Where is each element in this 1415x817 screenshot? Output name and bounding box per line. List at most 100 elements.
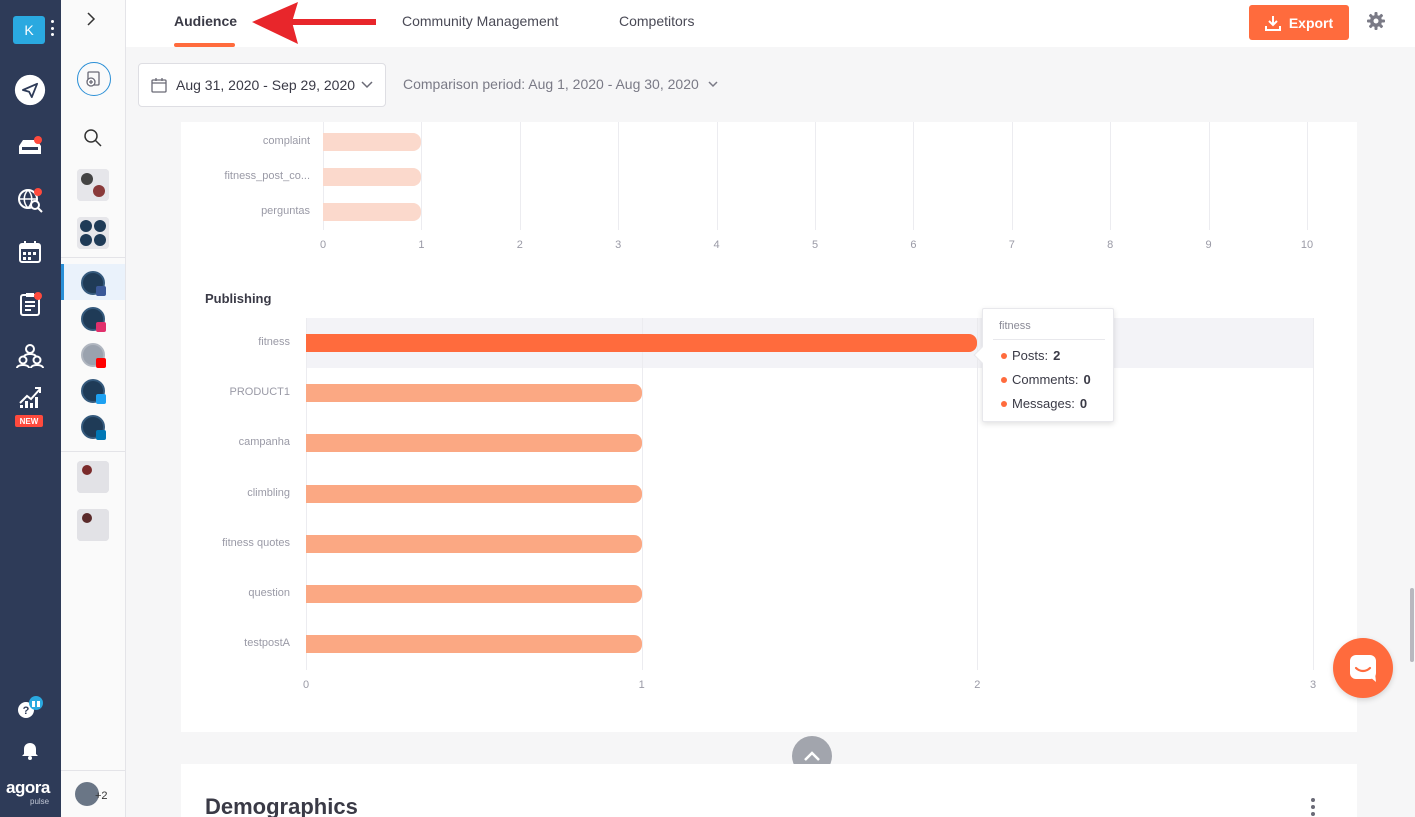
calendar-icon xyxy=(151,78,167,93)
profile-facebook[interactable] xyxy=(81,271,106,296)
profile-instagram[interactable] xyxy=(81,307,106,332)
category-label: perguntas xyxy=(261,205,310,217)
bar xyxy=(323,203,422,221)
category-label: complaint xyxy=(262,135,310,147)
gridline xyxy=(913,122,915,230)
comparison-period-label: Comparison period: Aug 1, 2020 - Aug 30,… xyxy=(403,76,699,92)
demographics-card: Demographics xyxy=(181,764,1357,817)
category-label: fitness xyxy=(258,336,290,348)
gridline xyxy=(421,122,423,230)
category-label: testpostA xyxy=(244,637,290,650)
chevron-up-icon xyxy=(804,751,820,761)
workspace-badge[interactable]: K xyxy=(13,16,45,44)
extra-users-count[interactable]: +2 xyxy=(95,790,108,802)
gridline xyxy=(1313,318,1314,670)
more-options-icon[interactable] xyxy=(1311,798,1315,816)
gridline xyxy=(641,318,643,670)
profile-column: +2 xyxy=(61,0,126,817)
help-icon[interactable]: ? xyxy=(14,694,46,726)
publishing-section-title: Publishing xyxy=(205,291,272,306)
divider xyxy=(61,451,125,452)
x-tick-label: 6 xyxy=(910,239,917,251)
publish-icon[interactable] xyxy=(14,74,46,106)
profile-group-thumb[interactable] xyxy=(77,217,109,249)
svg-text:?: ? xyxy=(23,705,30,717)
tooltip-title: fitness xyxy=(999,320,1031,332)
bar xyxy=(306,534,642,553)
x-tick-label: 7 xyxy=(1008,239,1015,251)
gridline xyxy=(519,122,521,230)
export-button[interactable]: Export xyxy=(1249,5,1349,40)
x-tick-label: 2 xyxy=(974,679,981,691)
export-label: Export xyxy=(1288,14,1334,31)
analytics-icon[interactable] xyxy=(14,380,46,412)
profile-linkedin[interactable] xyxy=(81,415,106,440)
download-icon xyxy=(1264,15,1281,31)
x-tick-label: 3 xyxy=(615,239,622,251)
gridline xyxy=(1208,122,1210,230)
profile-youtube[interactable] xyxy=(81,343,106,368)
x-tick-label: 0 xyxy=(319,239,327,251)
search-icon[interactable] xyxy=(83,128,103,153)
page-scrollbar[interactable] xyxy=(1410,588,1414,662)
gear-icon[interactable] xyxy=(1366,11,1386,36)
tooltip-row-messages: Messages: 0 xyxy=(1001,396,1087,411)
chevron-right-icon[interactable] xyxy=(86,12,96,29)
main-nav: K NEW ? agora pulse xyxy=(0,0,61,817)
bar xyxy=(306,434,642,453)
comparison-period-selector[interactable]: Comparison period: Aug 1, 2020 - Aug 30,… xyxy=(403,76,719,92)
profile-group-thumb[interactable] xyxy=(77,461,109,493)
profile-group-thumb[interactable] xyxy=(77,509,109,541)
category-label: fitness quotes xyxy=(222,536,290,549)
category-label: PRODUCT1 xyxy=(229,386,290,399)
x-tick-label: 0 xyxy=(302,679,310,691)
workspace-menu-icon[interactable] xyxy=(50,20,54,36)
inbox-icon[interactable] xyxy=(14,131,46,163)
chat-icon xyxy=(1350,655,1376,682)
x-tick-label: 3 xyxy=(1309,679,1317,691)
category-label: fitness_post_co... xyxy=(224,170,310,182)
bar xyxy=(323,133,422,151)
x-tick-label: 9 xyxy=(1205,239,1212,251)
bar xyxy=(306,384,642,403)
tooltip-row-posts: Posts: 2 xyxy=(1001,348,1060,363)
bar xyxy=(306,334,978,352)
x-tick-label: 8 xyxy=(1107,239,1114,251)
gridline xyxy=(716,122,718,230)
date-range-value: Aug 31, 2020 - Sep 29, 2020 xyxy=(176,77,356,93)
gridline xyxy=(1011,122,1013,230)
gridline xyxy=(1307,122,1308,230)
chat-support-button[interactable] xyxy=(1333,638,1393,698)
listening-notification-dot xyxy=(34,188,42,196)
reports-notification-dot xyxy=(34,292,42,300)
tab-audience[interactable]: Audience xyxy=(174,13,237,29)
x-tick-label: 2 xyxy=(516,239,523,251)
bell-icon[interactable] xyxy=(14,734,46,766)
demographics-title: Demographics xyxy=(205,794,358,817)
chart-tooltip: fitness Posts: 2 Comments: 0 Messages: 0 xyxy=(973,308,1114,422)
bar xyxy=(306,585,642,603)
team-icon[interactable] xyxy=(14,340,46,372)
category-label: campanha xyxy=(238,436,290,449)
bar xyxy=(306,635,642,654)
agora-logo-sub: pulse xyxy=(30,797,50,806)
x-tick-label: 1 xyxy=(638,679,645,691)
calendar-icon[interactable] xyxy=(14,236,46,268)
x-tick-label: 5 xyxy=(811,239,819,251)
divider xyxy=(61,770,125,771)
gridline xyxy=(815,122,816,230)
new-badge: NEW xyxy=(15,415,43,427)
profile-group-thumb[interactable] xyxy=(77,169,109,201)
bar xyxy=(306,484,642,503)
agora-logo: agora xyxy=(6,778,50,797)
tooltip-separator xyxy=(993,339,1105,340)
profile-twitter[interactable] xyxy=(81,379,106,404)
gridline xyxy=(1110,122,1112,230)
tab-competitors[interactable]: Competitors xyxy=(619,13,694,29)
date-range-picker[interactable]: Aug 31, 2020 - Sep 29, 2020 xyxy=(138,63,386,107)
x-tick-label: 1 xyxy=(418,239,425,251)
bar xyxy=(323,168,422,186)
tab-community-management[interactable]: Community Management xyxy=(402,13,558,29)
add-report-button[interactable] xyxy=(77,62,111,96)
gridline xyxy=(618,122,620,230)
